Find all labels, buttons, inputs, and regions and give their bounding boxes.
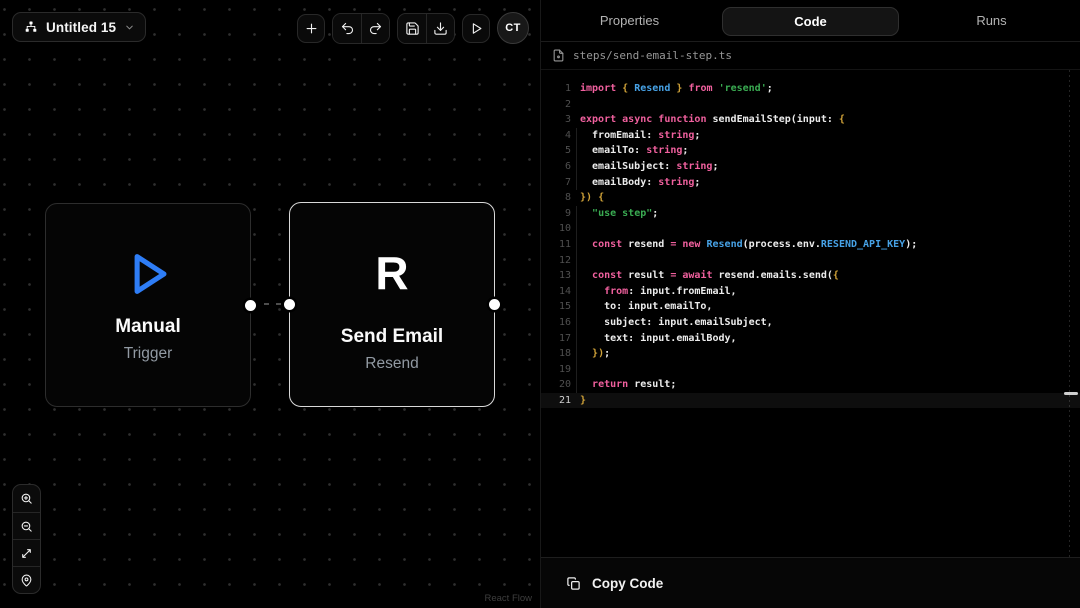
tab-code[interactable]: Code <box>718 0 903 41</box>
inspector-panel: Properties Code Runs steps/send-email-st… <box>540 0 1080 608</box>
code-line: 20 return result; <box>541 377 1080 393</box>
file-path: steps/send-email-step.ts <box>573 49 732 62</box>
code-line: 12 <box>541 253 1080 269</box>
node-send-email[interactable]: R Send Email Resend <box>289 202 495 407</box>
code-line: 19 <box>541 362 1080 378</box>
node-subtitle: Trigger <box>46 345 250 363</box>
zoom-in-button[interactable] <box>13 485 40 512</box>
source-handle[interactable] <box>489 299 500 310</box>
cursor-marker <box>1064 392 1078 395</box>
target-handle[interactable] <box>284 299 295 310</box>
zoom-out-button[interactable] <box>13 512 40 539</box>
tab-runs[interactable]: Runs <box>903 0 1080 41</box>
code-line: 5 emailTo: string; <box>541 143 1080 159</box>
workflow-name: Untitled 15 <box>46 20 116 35</box>
download-button[interactable] <box>426 14 454 43</box>
copy-icon <box>566 576 581 591</box>
code-line: 3export async function sendEmailStep(inp… <box>541 112 1080 128</box>
history-button-group <box>332 13 390 44</box>
save-button[interactable] <box>398 14 426 43</box>
react-flow-attribution: React Flow <box>484 593 532 604</box>
code-line: 16 subject: input.emailSubject, <box>541 315 1080 331</box>
file-button-group <box>397 13 455 44</box>
panel-footer: Copy Code <box>541 557 1080 608</box>
node-subtitle: Resend <box>290 355 494 373</box>
copy-code-label: Copy Code <box>592 576 663 591</box>
code-line: 7 emailBody: string; <box>541 175 1080 191</box>
code-line: 11 const resend = new Resend(process.env… <box>541 237 1080 253</box>
undo-button[interactable] <box>333 14 361 43</box>
fit-view-icon <box>20 547 33 560</box>
download-icon <box>433 21 448 36</box>
code-line: 4 fromEmail: string; <box>541 128 1080 144</box>
run-workflow-button[interactable] <box>462 14 490 43</box>
code-line: 1import { Resend } from 'resend'; <box>541 81 1080 97</box>
code-lines: 1import { Resend } from 'resend';23expor… <box>541 70 1080 408</box>
zoom-in-icon <box>20 492 33 505</box>
code-line: 10 <box>541 221 1080 237</box>
code-editor[interactable]: 1import { Resend } from 'resend';23expor… <box>541 70 1080 557</box>
node-manual-trigger[interactable]: Manual Trigger <box>45 203 251 407</box>
code-line: 21} <box>541 393 1080 409</box>
code-line: 13 const result = await resend.emails.se… <box>541 268 1080 284</box>
code-line: 9 "use step"; <box>541 206 1080 222</box>
location-button[interactable] <box>13 566 40 593</box>
file-icon <box>552 49 565 62</box>
flow-canvas[interactable]: Untitled 15 <box>0 0 540 608</box>
code-line: 6 emailSubject: string; <box>541 159 1080 175</box>
node-title: Send Email <box>290 326 494 348</box>
canvas-toolbar: CT <box>297 12 529 44</box>
save-icon <box>405 21 420 36</box>
code-line: 8}) { <box>541 190 1080 206</box>
redo-icon <box>368 21 383 36</box>
code-line: 2 <box>541 97 1080 113</box>
code-line: 18 }); <box>541 346 1080 362</box>
resend-logo: R <box>290 217 494 329</box>
copy-code-button[interactable]: Copy Code <box>566 576 663 591</box>
code-line: 17 text: input.emailBody, <box>541 331 1080 347</box>
canvas-controls <box>12 484 41 594</box>
avatar-initials: CT <box>505 22 520 34</box>
account-avatar[interactable]: CT <box>497 12 529 44</box>
node-title: Manual <box>46 316 250 338</box>
redo-button[interactable] <box>361 14 389 43</box>
play-icon <box>46 245 250 303</box>
workflow-selector[interactable]: Untitled 15 <box>12 12 146 42</box>
code-line: 15 to: input.emailTo, <box>541 299 1080 315</box>
source-handle[interactable] <box>245 300 256 311</box>
location-pin-icon <box>20 574 33 587</box>
zoom-out-icon <box>20 520 33 533</box>
fit-view-button[interactable] <box>13 539 40 566</box>
tab-properties[interactable]: Properties <box>541 0 718 41</box>
workflow-builder-app: Untitled 15 <box>0 0 1080 608</box>
add-node-button[interactable] <box>297 14 325 43</box>
chevron-down-icon <box>124 22 135 33</box>
code-line: 14 from: input.fromEmail, <box>541 284 1080 300</box>
workflow-icon <box>24 20 38 34</box>
undo-icon <box>340 21 355 36</box>
panel-tabs: Properties Code Runs <box>541 0 1080 42</box>
plus-icon <box>304 21 319 36</box>
file-path-bar: steps/send-email-step.ts <box>541 42 1080 70</box>
play-icon <box>469 21 484 36</box>
